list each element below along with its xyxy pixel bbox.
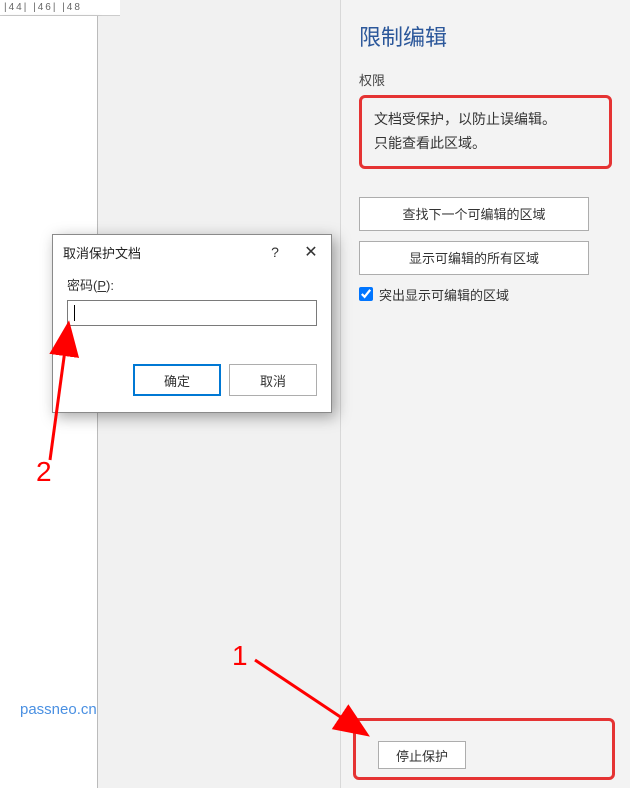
cancel-button[interactable]: 取消 — [229, 364, 317, 396]
password-label: 密码(P): — [67, 275, 317, 294]
pane-title: 限制编辑 — [359, 20, 612, 52]
text-cursor — [74, 305, 75, 321]
perm-text-1: 文档受保护，以防止误编辑。 — [374, 108, 597, 132]
highlight-regions-checkbox[interactable] — [359, 287, 373, 301]
dialog-titlebar[interactable]: 取消保护文档 ? ✕ — [53, 235, 331, 269]
highlight-regions-checkbox-row[interactable]: 突出显示可编辑的区域 — [359, 285, 612, 304]
annotation-number-1: 1 — [232, 640, 248, 672]
ruler: |44| |46| |48 — [0, 0, 120, 16]
dialog-title: 取消保护文档 — [63, 243, 257, 262]
close-icon[interactable]: ✕ — [293, 238, 329, 266]
password-input[interactable] — [67, 300, 317, 326]
stop-protection-button[interactable]: 停止保护 — [378, 741, 466, 769]
watermark: passneo.cn — [20, 701, 97, 718]
annotation-number-2: 2 — [36, 456, 52, 488]
dialog-body: 密码(P): 确定 取消 — [53, 269, 331, 412]
stop-protection-highlight: 停止保护 — [353, 718, 615, 780]
ok-button[interactable]: 确定 — [133, 364, 221, 396]
help-icon[interactable]: ? — [257, 238, 293, 266]
find-next-region-button[interactable]: 查找下一个可编辑的区域 — [359, 197, 589, 231]
permissions-info-box: 文档受保护，以防止误编辑。 只能查看此区域。 — [359, 95, 612, 169]
permissions-label: 权限 — [359, 70, 612, 89]
perm-text-2: 只能查看此区域。 — [374, 132, 597, 156]
highlight-regions-label: 突出显示可编辑的区域 — [379, 285, 509, 304]
restrict-editing-pane: 限制编辑 权限 文档受保护，以防止误编辑。 只能查看此区域。 查找下一个可编辑的… — [340, 0, 630, 788]
unprotect-dialog: 取消保护文档 ? ✕ 密码(P): 确定 取消 — [52, 234, 332, 413]
show-all-regions-button[interactable]: 显示可编辑的所有区域 — [359, 241, 589, 275]
